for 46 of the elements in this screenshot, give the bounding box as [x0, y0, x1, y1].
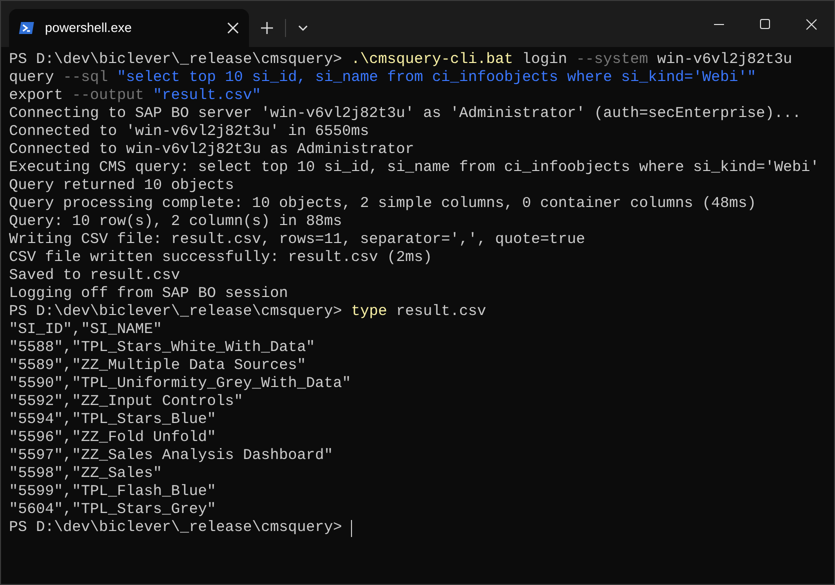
output-text: Executing CMS query: select top 10 si_id, si_name from ci_infoobjects where si_kind='Webi'	[9, 159, 820, 177]
flag-text: --system	[576, 51, 648, 69]
output-text: Saved to result.csv	[9, 267, 180, 285]
output-text: Query processing complete: 10 objects, 2 simple columns, 0 container columns (48ms)	[9, 195, 756, 213]
output-text: "5599","TPL_Flash_Blue"	[9, 483, 216, 501]
output-text: "5588","TPL_Stars_White_With_Data"	[9, 339, 316, 357]
command-text: type	[351, 303, 388, 321]
output-text: Connected to 'win-v6vl2j82t3u' in 6550ms	[9, 123, 370, 141]
output-text: "5596","ZZ_Fold Unfold"	[9, 429, 216, 447]
output-text: "SI_ID","SI_NAME"	[9, 321, 162, 339]
output-text: "5594","TPL_Stars_Blue"	[9, 411, 216, 429]
add-icon[interactable]	[261, 22, 273, 34]
output-text: Connecting to SAP BO server 'win-v6vl2j82t3u' as 'Administrator' (auth=secEnterprise)...	[9, 105, 802, 123]
output-text: PS D:\dev\biclever\_release\cmsquery>	[9, 51, 344, 69]
output-text: "5590","TPL_Uniformity_Grey_With_Data"	[9, 375, 352, 393]
output-text: win-v6vl2j82t3u	[656, 51, 792, 69]
output-text: Connected to win-v6vl2j82t3u as Administrator	[9, 141, 414, 159]
output-text: "5604","TPL_Stars_Grey"	[9, 501, 216, 519]
flag-text: --sql	[63, 69, 110, 87]
terminal-tab[interactable]: powershell.exe	[9, 9, 249, 47]
command-text: .\cmsquery-cli.bat	[351, 51, 514, 69]
string-text: "result.csv"	[153, 87, 262, 105]
output-text: CSV file written successfully: result.csv (2ms)	[9, 249, 432, 267]
close-icon[interactable]	[806, 18, 816, 30]
string-text: "select top 10 si_id, si_name from ci_infoobjects where si_kind='Webi'"	[117, 69, 756, 87]
output-text: Logging off from SAP BO session	[9, 285, 288, 303]
text-cursor	[351, 520, 352, 536]
output-text: "5598","ZZ_Sales"	[9, 465, 162, 483]
output-text: PS D:\dev\biclever\_release\cmsquery>	[9, 303, 344, 321]
output-text: "5592","ZZ_Input Controls"	[9, 393, 244, 411]
output-text: query	[9, 69, 56, 87]
output-text: Query returned 10 objects	[9, 177, 234, 195]
output-text: Query: 10 row(s), 2 column(s) in 88ms	[9, 213, 342, 231]
maximize-icon[interactable]	[760, 19, 770, 29]
close-icon[interactable]	[227, 22, 239, 34]
output-text: login	[521, 51, 568, 69]
output-text: result.csv	[395, 303, 486, 321]
output-text: "5597","ZZ_Sales Analysis Dashboard"	[9, 447, 334, 465]
output-text: "5589","ZZ_Multiple Data Sources"	[9, 357, 306, 375]
chevron-down-icon[interactable]	[298, 25, 308, 31]
flag-text: --output	[72, 87, 146, 105]
output-text: Writing CSV file: result.csv, rows=11, separator=',', quote=true	[9, 231, 586, 249]
output-text: export	[9, 87, 64, 105]
tab-title: powershell.exe	[45, 19, 133, 38]
output-text: PS D:\dev\biclever\_release\cmsquery>	[9, 519, 344, 537]
powershell-icon	[19, 20, 35, 36]
